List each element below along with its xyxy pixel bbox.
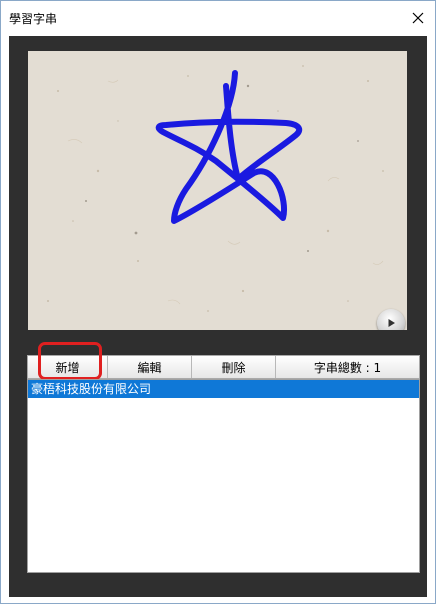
list-item[interactable]: 豪梧科技股份有限公司 [28, 380, 419, 398]
close-button[interactable] [405, 5, 431, 31]
string-toolbar: 新增 編輯 刪除 字串總數 : 1 [27, 355, 420, 379]
edit-button[interactable]: 編輯 [108, 356, 192, 378]
client-area: 新增 編輯 刪除 字串總數 : 1 豪梧科技股份有限公司 [9, 36, 427, 597]
close-icon [412, 12, 424, 24]
delete-button[interactable]: 刪除 [192, 356, 276, 378]
string-list[interactable]: 豪梧科技股份有限公司 [27, 379, 420, 573]
string-count-label: 字串總數 : 1 [313, 360, 382, 375]
add-button[interactable]: 新增 [28, 356, 108, 378]
star-drawing [155, 70, 303, 224]
play-icon [388, 319, 395, 327]
play-button[interactable] [377, 309, 405, 330]
learn-string-window: 學習字串 新增 編輯 刪除 字串總數: 1 豪梧科技股份有限公司 [0, 0, 436, 604]
title-bar: 學習字串 [1, 1, 435, 35]
handwriting-preview [28, 51, 407, 330]
window-title: 學習字串 [9, 12, 58, 26]
